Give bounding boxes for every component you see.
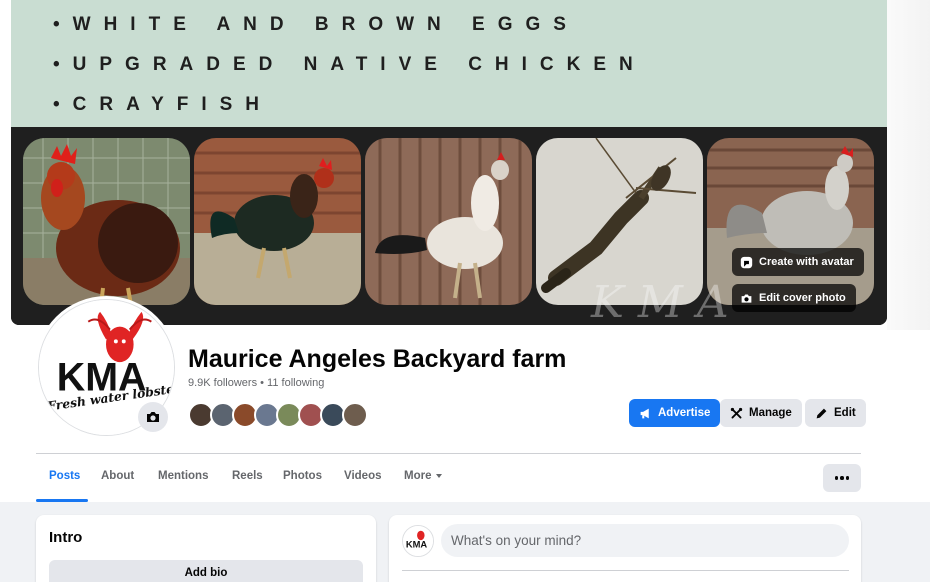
tab-videos[interactable]: Videos xyxy=(344,470,382,482)
cover-line-chicken: •UPGRADED NATIVE CHICKEN xyxy=(53,54,646,75)
cover-photo[interactable]: •WHITE AND BROWN EGGS •UPGRADED NATIVE C… xyxy=(11,0,887,325)
intro-card: Intro Add bio xyxy=(36,515,376,582)
edit-cover-photo-label: Edit cover photo xyxy=(759,292,846,304)
cover-line-eggs: •WHITE AND BROWN EGGS xyxy=(53,14,579,35)
ellipsis-dot xyxy=(840,476,844,480)
edit-label: Edit xyxy=(834,407,856,419)
megaphone-icon xyxy=(640,408,649,418)
update-profile-picture-button[interactable] xyxy=(138,402,168,432)
tab-about[interactable]: About xyxy=(101,470,134,482)
rooster-photo-3 xyxy=(365,138,532,305)
cover-line-crayfish: •CRAYFISH xyxy=(53,94,273,115)
ellipsis-icon xyxy=(834,476,839,480)
add-bio-button[interactable]: Add bio xyxy=(49,560,363,582)
cover-banner: •WHITE AND BROWN EGGS •UPGRADED NATIVE C… xyxy=(11,0,887,127)
rooster-photo-2 xyxy=(194,138,361,305)
manage-button[interactable]: Manage xyxy=(720,399,802,427)
active-tab-indicator xyxy=(36,499,88,502)
create-with-avatar-label: Create with avatar xyxy=(759,256,854,268)
composer-avatar[interactable]: KMA xyxy=(402,525,434,557)
header-divider xyxy=(36,453,861,454)
manage-label: Manage xyxy=(749,407,792,419)
rooster-photo-1 xyxy=(23,138,190,305)
tab-more[interactable]: More xyxy=(404,470,443,482)
edit-button[interactable]: Edit xyxy=(805,399,866,427)
avatar-sticker-icon xyxy=(740,256,753,268)
intro-title: Intro xyxy=(49,529,83,546)
composer-logo-text: KMA xyxy=(406,540,428,550)
follow-stats[interactable]: 9.9K followers • 11 following xyxy=(188,377,324,389)
follower-avatar[interactable] xyxy=(342,402,368,428)
ellipsis-dot xyxy=(845,476,850,480)
tab-reels[interactable]: Reels xyxy=(232,470,263,482)
pencil-icon xyxy=(816,408,827,418)
camera-icon xyxy=(741,293,752,303)
cover-watermark: KMA xyxy=(591,277,743,325)
post-composer: KMA What's on your mind? xyxy=(389,515,861,582)
create-with-avatar-button[interactable]: Create with avatar xyxy=(732,248,864,276)
whats-on-your-mind-input[interactable]: What's on your mind? xyxy=(441,524,849,557)
tab-more-label: More xyxy=(404,470,432,482)
tools-icon xyxy=(730,407,743,418)
chevron-down-icon xyxy=(436,473,443,478)
page-edge xyxy=(887,0,930,330)
composer-divider xyxy=(402,570,849,571)
more-options-button[interactable] xyxy=(823,464,861,492)
edit-cover-photo-button[interactable]: Edit cover photo xyxy=(732,284,856,312)
tab-photos[interactable]: Photos xyxy=(283,470,322,482)
tab-posts[interactable]: Posts xyxy=(49,470,80,482)
page-title: Maurice Angeles Backyard farm xyxy=(188,345,567,373)
tab-mentions[interactable]: Mentions xyxy=(158,470,208,482)
advertise-label: Advertise xyxy=(658,407,711,419)
follower-avatars[interactable] xyxy=(188,402,388,428)
advertise-button[interactable]: Advertise xyxy=(629,399,721,427)
camera-icon xyxy=(147,412,159,422)
